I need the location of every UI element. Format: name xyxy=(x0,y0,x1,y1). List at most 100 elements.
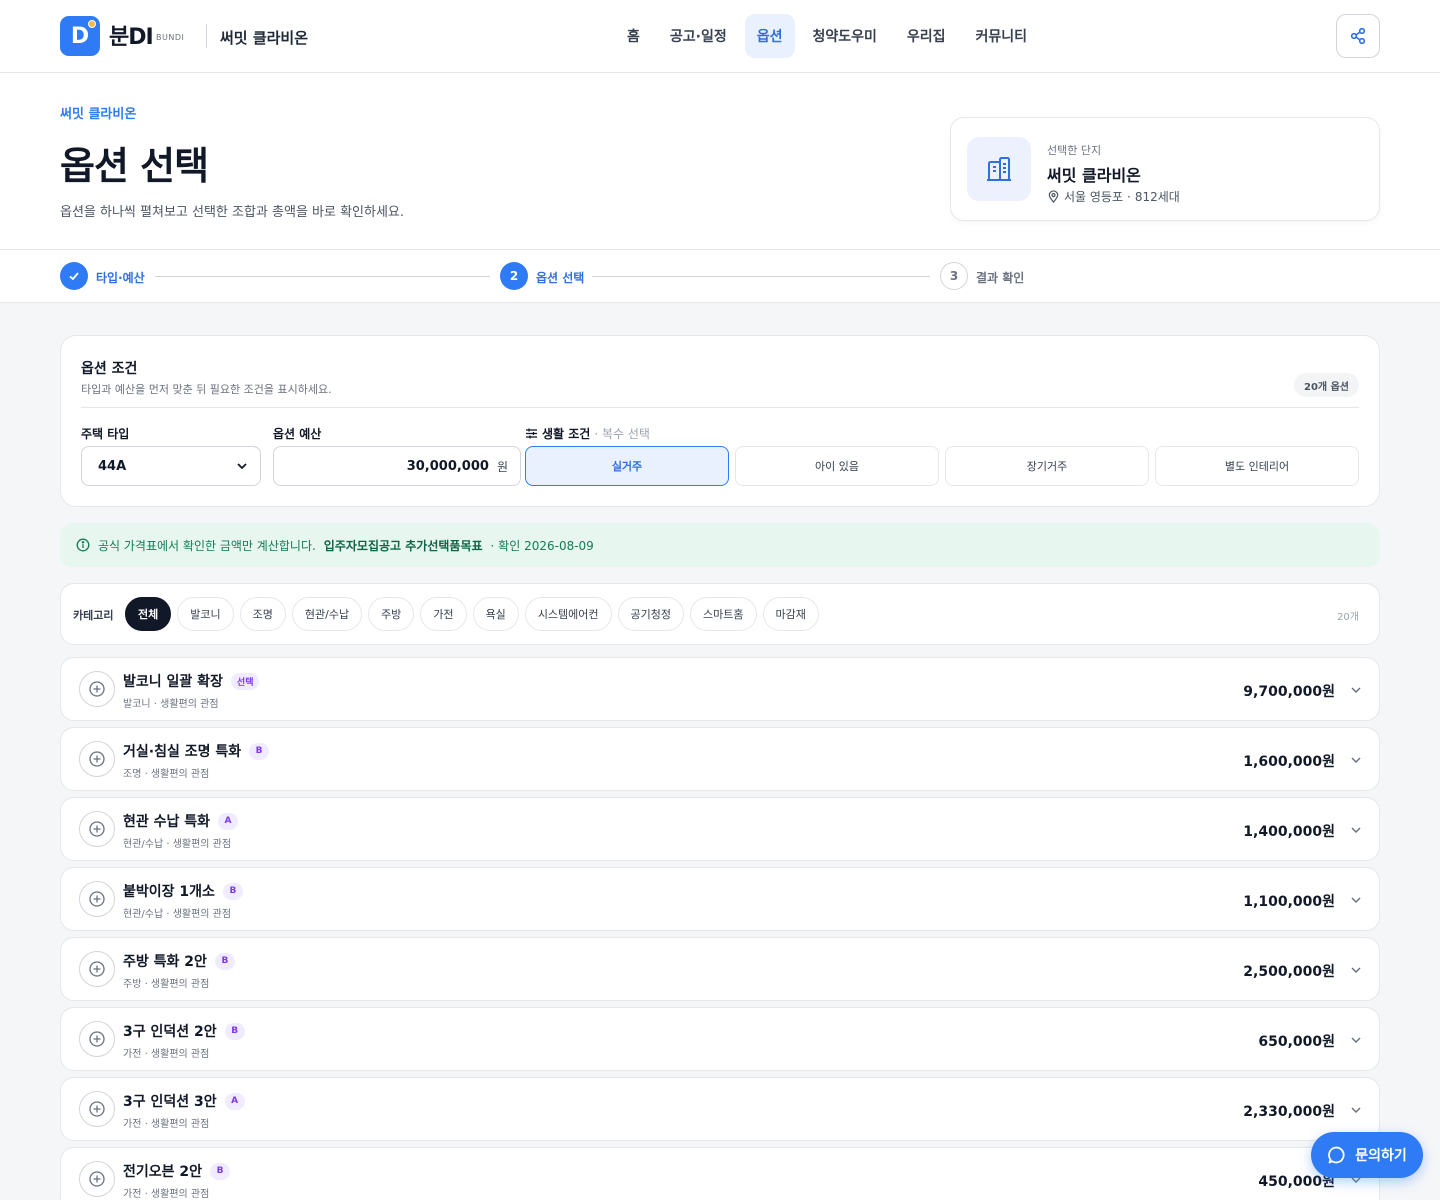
chevron-down-icon[interactable] xyxy=(1349,1033,1363,1047)
life-option-separate-interior[interactable]: 별도 인테리어 xyxy=(1155,446,1359,486)
housing-type-select[interactable]: 44A xyxy=(81,446,261,486)
nav-subscription-helper[interactable]: 청약도우미 xyxy=(801,14,889,58)
chevron-down-icon[interactable] xyxy=(1349,753,1363,767)
nav-my-home[interactable]: 우리집 xyxy=(895,14,958,58)
option-row[interactable]: 발코니 일괄 확장 선택 발코니 · 생활편의 관점 9,700,000원 xyxy=(60,657,1380,721)
header-complex-name: 써밋 클라비온 xyxy=(220,29,309,47)
step-2-label[interactable]: 옵션 선택 xyxy=(536,269,584,286)
category-chip-all[interactable]: 전체 xyxy=(125,597,172,631)
bundi-logo-icon[interactable]: D xyxy=(60,16,100,56)
option-badge: B xyxy=(222,882,243,900)
option-meta: 주방 · 생활편의 관점 xyxy=(123,979,210,990)
page-hero: 써밋 클라비온 옵션 선택 옵션을 하나씩 펼쳐보고 선택한 조합과 총액을 바… xyxy=(0,73,1440,250)
plus-circle-icon xyxy=(89,751,105,767)
step-3-label[interactable]: 결과 확인 xyxy=(976,269,1024,286)
option-row[interactable]: 3구 인덕션 2안 B 가전 · 생활편의 관점 650,000원 xyxy=(60,1007,1380,1071)
plus-circle-icon xyxy=(89,1101,105,1117)
step-1-label[interactable]: 타입·예산 xyxy=(96,269,145,286)
option-title-group: 붙박이장 1개소 B xyxy=(123,881,243,901)
category-result-count: 20개 xyxy=(1337,612,1359,623)
category-chip-lighting[interactable]: 조명 xyxy=(239,597,286,631)
option-meta: 현관/수납 · 생활편의 관점 xyxy=(123,839,232,850)
option-name: 전기오븐 2안 xyxy=(123,1164,203,1180)
option-name: 3구 인덕션 3안 xyxy=(123,1094,217,1110)
share-button[interactable] xyxy=(1336,14,1380,58)
add-option-button[interactable] xyxy=(79,1091,115,1127)
step-3-number[interactable]: 3 xyxy=(940,262,968,290)
complex-card-meta: 서울 영등포 · 812세대 xyxy=(1047,188,1180,205)
option-title-group: 3구 인덕션 2안 B xyxy=(123,1021,245,1041)
option-row[interactable]: 현관 수납 특화 A 현관/수납 · 생활편의 관점 1,400,000원 xyxy=(60,797,1380,861)
category-chip-balcony[interactable]: 발코니 xyxy=(177,597,234,631)
plus-circle-icon xyxy=(89,821,105,837)
chevron-down-icon[interactable] xyxy=(1349,683,1363,697)
option-meta: 가전 · 생활편의 관점 xyxy=(123,1119,210,1130)
main-nav: 홈 공고·일정 옵션 청약도우미 우리집 커뮤니티 xyxy=(615,14,1039,58)
option-count-badge: 20개 옵션 xyxy=(1294,373,1359,397)
chevron-down-icon[interactable] xyxy=(1349,1103,1363,1117)
hero-eyebrow[interactable]: 써밋 클라비온 xyxy=(60,103,136,122)
nav-home[interactable]: 홈 xyxy=(615,14,652,58)
step-2-number[interactable]: 2 xyxy=(500,262,528,290)
category-chip-finishing[interactable]: 마감재 xyxy=(762,597,819,631)
option-title-group: 3구 인덕션 3안 A xyxy=(123,1091,245,1111)
option-title-group: 발코니 일괄 확장 선택 xyxy=(123,671,260,691)
add-option-button[interactable] xyxy=(79,1021,115,1057)
category-chip-kitchen[interactable]: 주방 xyxy=(368,597,415,631)
option-row[interactable]: 주방 특화 2안 B 주방 · 생활편의 관점 2,500,000원 xyxy=(60,937,1380,1001)
category-chip-bathroom[interactable]: 욕실 xyxy=(472,597,519,631)
inquiry-button[interactable]: 문의하기 xyxy=(1311,1132,1423,1178)
option-title-group: 전기오븐 2안 B xyxy=(123,1161,231,1181)
category-chip-air-purifier[interactable]: 공기청정 xyxy=(617,597,685,631)
nav-community[interactable]: 커뮤니티 xyxy=(964,14,1040,58)
chevron-down-icon[interactable] xyxy=(1349,893,1363,907)
add-option-button[interactable] xyxy=(79,951,115,987)
category-label: 카테고리 xyxy=(73,609,114,622)
option-title-group: 거실·침실 조명 특화 B xyxy=(123,741,270,761)
budget-value: 30,000,000 xyxy=(406,458,489,474)
life-option-long-term[interactable]: 장기거주 xyxy=(945,446,1149,486)
add-option-button[interactable] xyxy=(79,671,115,707)
brand-name[interactable]: 분DI xyxy=(109,19,154,51)
share-icon xyxy=(1350,27,1366,45)
divider xyxy=(81,407,1359,408)
category-chip-system-aircon[interactable]: 시스템에어컨 xyxy=(524,597,612,631)
life-option-has-kids[interactable]: 아이 있음 xyxy=(735,446,939,486)
notice-source-link[interactable]: 입주자모집공고 추가선택품목표 xyxy=(324,537,483,554)
category-chip-appliance[interactable]: 가전 xyxy=(420,597,467,631)
option-badge: A xyxy=(218,812,239,830)
complex-units: 812세대 xyxy=(1134,190,1180,204)
nav-options[interactable]: 옵션 xyxy=(744,14,795,58)
option-row[interactable]: 전기오븐 2안 B 가전 · 생활편의 관점 450,000원 xyxy=(60,1147,1380,1200)
brand-divider xyxy=(206,24,207,48)
category-chip-entrance-storage[interactable]: 현관/수납 xyxy=(291,597,363,631)
nav-notice-schedule[interactable]: 공고·일정 xyxy=(658,14,739,58)
category-chip-smart-home[interactable]: 스마트홈 xyxy=(690,597,757,631)
option-name: 발코니 일괄 확장 xyxy=(123,674,223,690)
chevron-down-icon[interactable] xyxy=(1349,963,1363,977)
option-meta: 가전 · 생활편의 관점 xyxy=(123,1189,210,1200)
selected-complex-card[interactable]: 선택한 단지 써밋 클라비온 서울 영등포 · 812세대 xyxy=(950,117,1380,221)
option-row[interactable]: 붙박이장 1개소 B 현관/수납 · 생활편의 관점 1,100,000원 xyxy=(60,867,1380,931)
life-conditions-label-group: 생활 조건 · 복수 선택 xyxy=(525,425,650,442)
option-row[interactable]: 거실·침실 조명 특화 B 조명 · 생활편의 관점 1,600,000원 xyxy=(60,727,1380,791)
life-option-residence[interactable]: 실거주 xyxy=(525,446,729,486)
chat-icon xyxy=(1328,1146,1345,1164)
budget-input[interactable]: 30,000,000 원 xyxy=(273,446,521,486)
option-title-group: 현관 수납 특화 A xyxy=(123,811,239,831)
price-source-notice: 공식 가격표에서 확인한 금액만 계산합니다. 입주자모집공고 추가선택품목표 … xyxy=(60,523,1380,567)
option-badge: B xyxy=(249,742,270,760)
option-name: 3구 인덕션 2안 xyxy=(123,1024,217,1040)
plus-circle-icon xyxy=(89,1031,105,1047)
step-1-check-icon[interactable] xyxy=(60,262,88,290)
add-option-button[interactable] xyxy=(79,741,115,777)
notice-text: 공식 가격표에서 확인한 금액만 계산합니다. xyxy=(98,538,316,553)
add-option-button[interactable] xyxy=(79,881,115,917)
option-name: 주방 특화 2안 xyxy=(123,954,207,970)
option-row[interactable]: 3구 인덕션 3안 A 가전 · 생활편의 관점 2,330,000원 xyxy=(60,1077,1380,1141)
chevron-down-icon[interactable] xyxy=(1349,823,1363,837)
add-option-button[interactable] xyxy=(79,811,115,847)
add-option-button[interactable] xyxy=(79,1161,115,1197)
conditions-title: 옵션 조건 xyxy=(81,361,138,377)
option-badge: B xyxy=(210,1162,231,1180)
